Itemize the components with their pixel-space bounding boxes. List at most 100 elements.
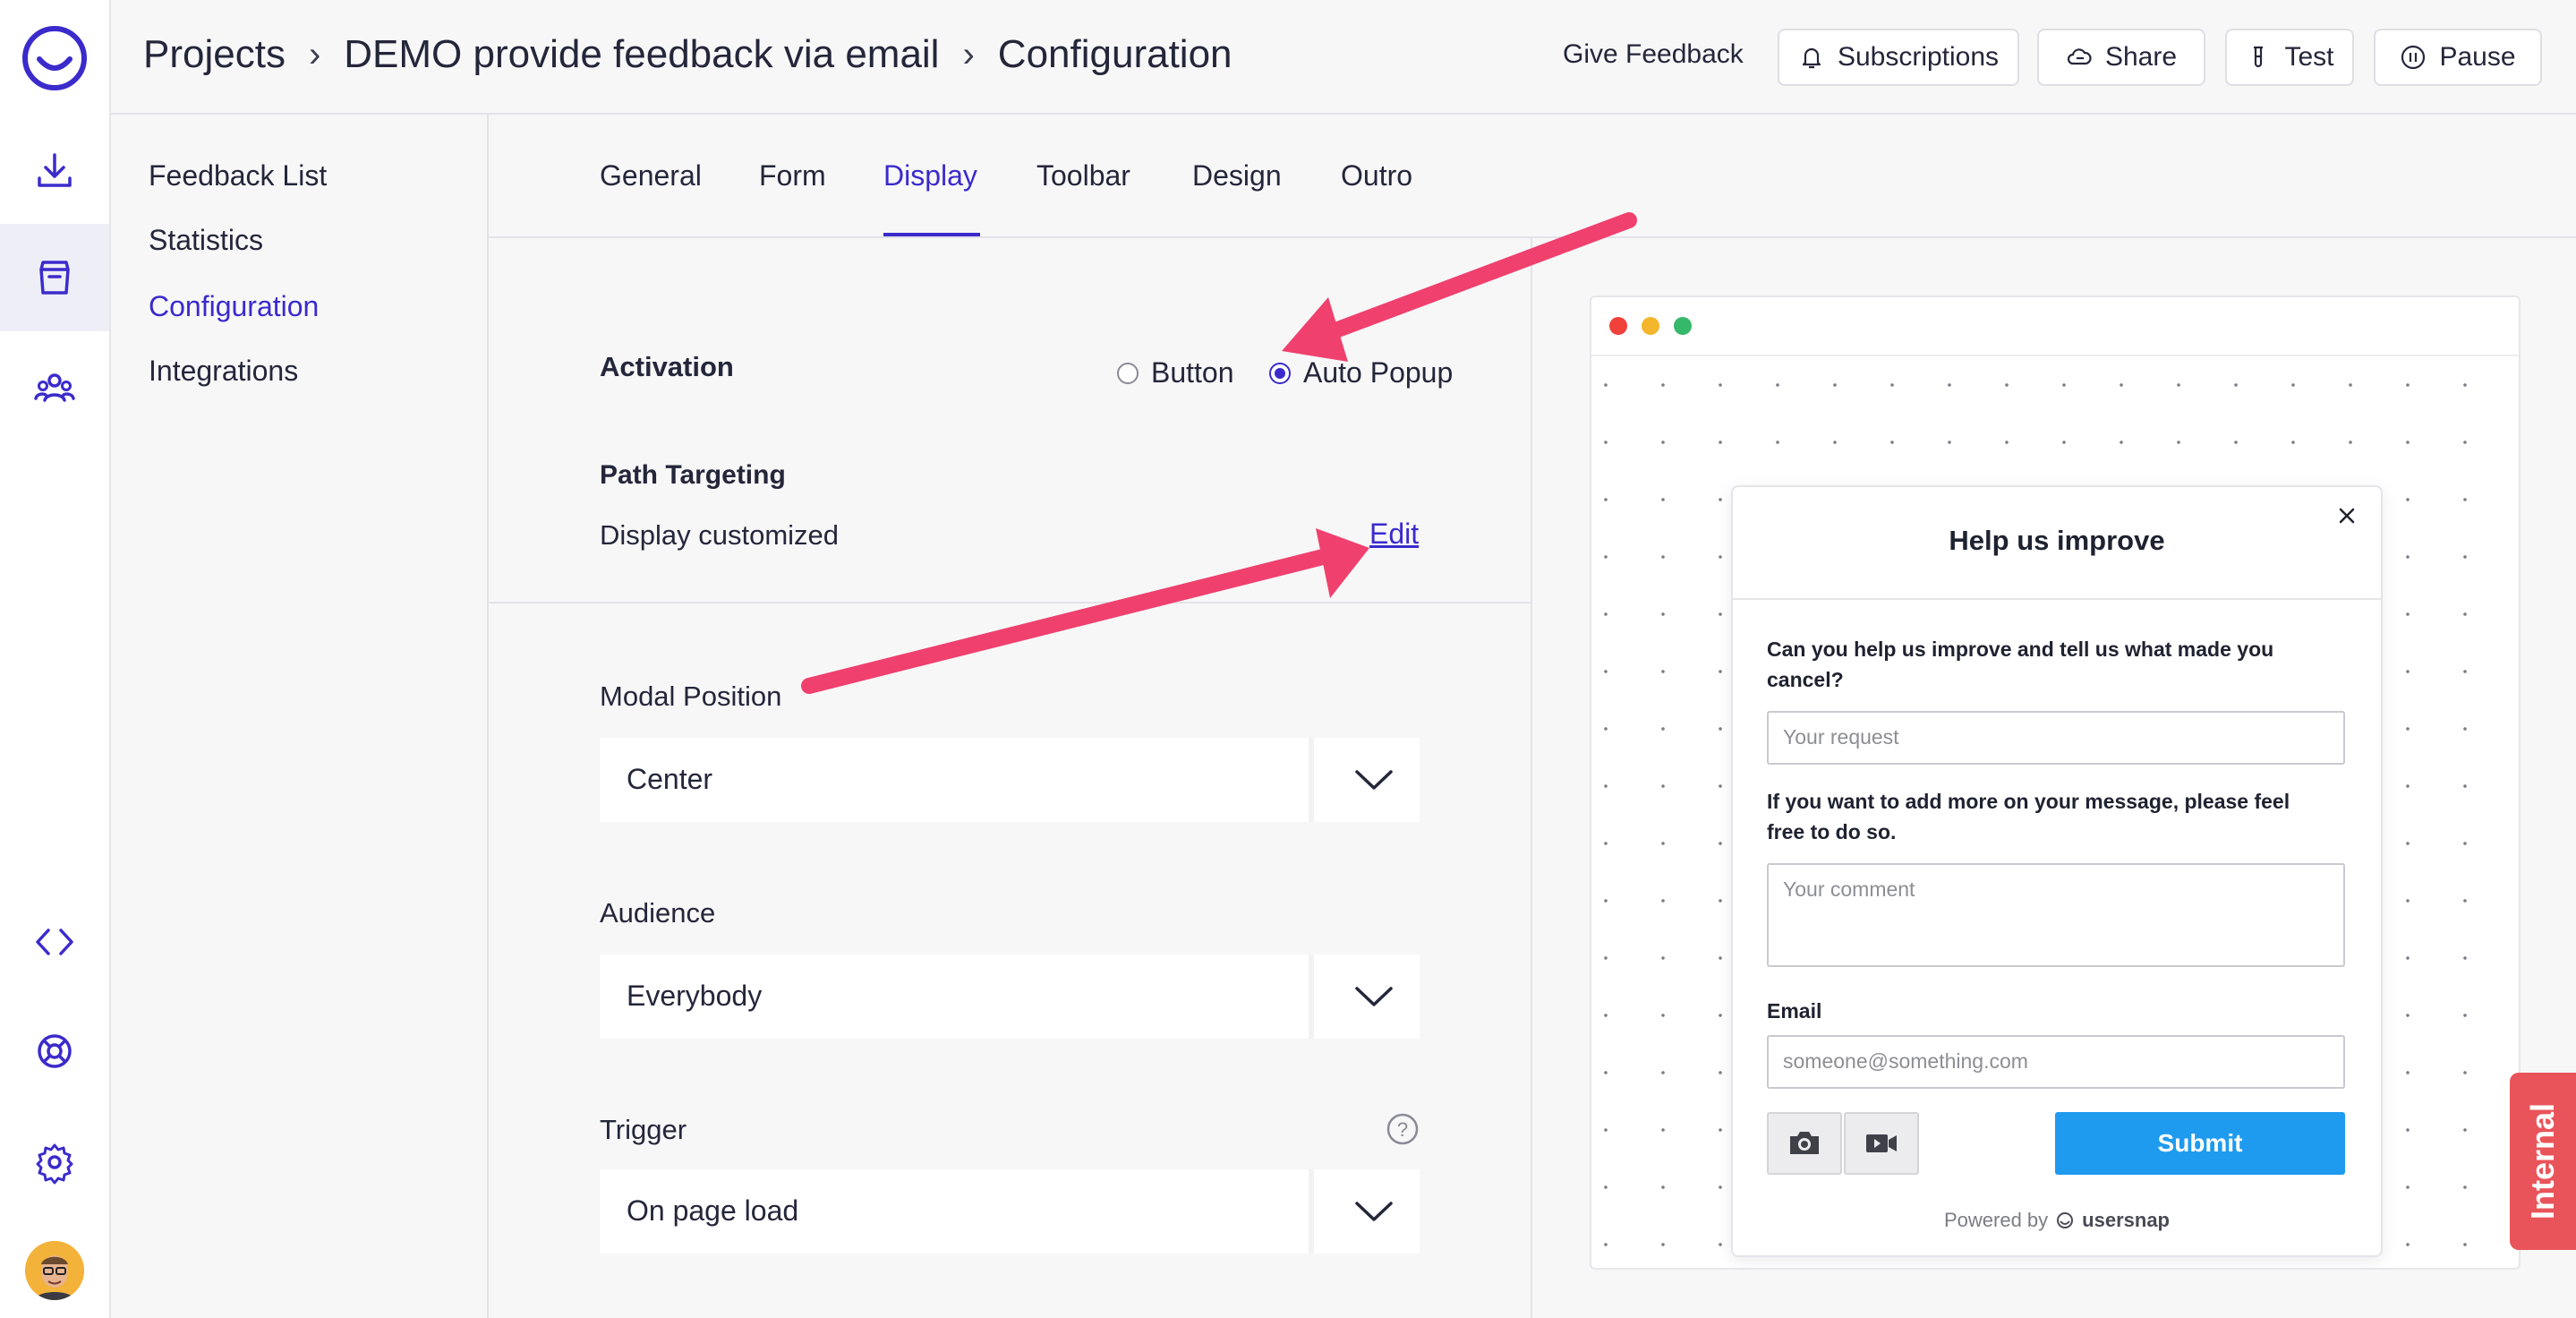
select-separator: [1309, 954, 1314, 1039]
help-lifebuoy-icon: [38, 1034, 72, 1068]
comment-placeholder: Your comment: [1783, 877, 1915, 901]
request-input[interactable]: Your request: [1767, 711, 2345, 765]
svg-text:?: ?: [1397, 1118, 1408, 1141]
preview-canvas: Help us improve Can you help us improve …: [1591, 356, 2519, 1268]
audience-select[interactable]: Everybody: [600, 954, 1420, 1039]
rail-settings[interactable]: [0, 1108, 109, 1216]
chevron-right-icon: ›: [962, 34, 975, 74]
close-icon[interactable]: [2334, 503, 2359, 528]
trigger-value: On page load: [627, 1194, 799, 1227]
rail-code[interactable]: [0, 888, 109, 996]
pause-button[interactable]: Pause: [2374, 29, 2542, 86]
comment-textarea[interactable]: Your comment: [1767, 863, 2345, 967]
select-separator: [1309, 738, 1314, 822]
bell-icon: [1802, 47, 1821, 69]
inbox-icon: [39, 261, 70, 295]
settings-gear-icon: [36, 1143, 73, 1185]
window-maximize-dot: [1674, 317, 1692, 335]
radio-unchecked-icon[interactable]: [1117, 362, 1139, 384]
rail-download[interactable]: [0, 116, 109, 224]
activation-label: Activation: [600, 351, 734, 382]
audience-value: Everybody: [627, 980, 763, 1012]
breadcrumb: Projects › DEMO provide feedback via ema…: [143, 32, 1233, 77]
email-label: Email: [1767, 999, 1822, 1023]
config-tabs: General Form Display Toolbar Design Outr…: [489, 115, 2576, 238]
chevron-right-icon: ›: [308, 34, 321, 74]
request-placeholder: Your request: [1783, 725, 1899, 749]
internal-side-tab[interactable]: Internal: [2510, 1073, 2576, 1250]
test-label: Test: [2284, 42, 2334, 72]
chevron-down-icon[interactable]: [1353, 1196, 1395, 1227]
test-tube-icon: [2254, 46, 2264, 68]
tab-display[interactable]: Display: [883, 159, 977, 193]
subnav-integrations[interactable]: Integrations: [149, 355, 298, 388]
subnav-feedback-list[interactable]: Feedback List: [149, 159, 327, 193]
usersnap-logo-icon[interactable]: [21, 25, 88, 91]
avatar-face-icon: [25, 1241, 84, 1300]
question-2: If you want to add more on your message,…: [1767, 790, 2290, 843]
pause-icon: [2401, 45, 2426, 70]
team-icon: [34, 373, 75, 402]
tab-outro[interactable]: Outro: [1341, 159, 1412, 193]
question-help-icon[interactable]: ?: [1386, 1112, 1420, 1146]
breadcrumb-project[interactable]: DEMO provide feedback via email: [344, 32, 939, 77]
radio-auto-popup-label: Auto Popup: [1303, 356, 1454, 389]
active-tab-indicator: [883, 233, 980, 236]
modal-position-label: Modal Position: [600, 680, 782, 712]
preview-window-bar: [1591, 297, 2519, 356]
modal-title: Help us improve: [1949, 525, 2165, 556]
camera-icon: [1790, 1132, 1819, 1154]
screenshot-button[interactable]: [1767, 1112, 1842, 1175]
email-input[interactable]: someone@something.com: [1767, 1035, 2345, 1089]
submit-button[interactable]: Submit: [2055, 1112, 2345, 1175]
chevron-down-icon[interactable]: [1353, 981, 1395, 1012]
top-header: Projects › DEMO provide feedback via ema…: [111, 0, 2576, 115]
radio-button-option[interactable]: Button: [1117, 356, 1234, 389]
video-record-button[interactable]: [1844, 1112, 1919, 1175]
window-close-dot: [1609, 317, 1627, 335]
trigger-select[interactable]: On page load: [600, 1169, 1420, 1254]
usersnap-mini-logo-icon: [2057, 1212, 2074, 1228]
feedback-modal: Help us improve Can you help us improve …: [1731, 485, 2383, 1257]
test-button[interactable]: Test: [2225, 29, 2354, 86]
rail-team[interactable]: [0, 335, 109, 442]
share-cloud-icon: [2067, 48, 2092, 65]
tab-toolbar[interactable]: Toolbar: [1036, 159, 1130, 193]
radio-auto-popup-option[interactable]: Auto Popup: [1269, 356, 1453, 389]
rail-projects[interactable]: [0, 224, 109, 331]
section-divider: [489, 602, 1531, 603]
subscriptions-button[interactable]: Subscriptions: [1778, 29, 2019, 86]
subnav-statistics[interactable]: Statistics: [149, 224, 263, 257]
modal-divider: [1733, 598, 2381, 600]
give-feedback-link[interactable]: Give Feedback: [1563, 39, 1744, 70]
share-label: Share: [2104, 42, 2178, 72]
path-targeting-value: Display customized: [600, 519, 840, 551]
project-subnav: Feedback List Statistics Configuration I…: [111, 115, 489, 1318]
powered-by-brand: usersnap: [2082, 1209, 2170, 1231]
chevron-down-icon[interactable]: [1353, 765, 1395, 795]
radio-checked-icon[interactable]: [1269, 362, 1291, 384]
email-placeholder: someone@something.com: [1783, 1049, 2028, 1073]
tab-form[interactable]: Form: [759, 159, 826, 193]
subscriptions-label: Subscriptions: [1837, 42, 2000, 72]
breadcrumb-projects[interactable]: Projects: [143, 32, 286, 77]
modal-position-select[interactable]: Center: [600, 738, 1420, 822]
audience-label: Audience: [600, 897, 716, 929]
share-button[interactable]: Share: [2037, 29, 2205, 86]
video-camera-icon: [1866, 1134, 1897, 1152]
tab-design[interactable]: Design: [1192, 159, 1282, 193]
rail-help[interactable]: [0, 997, 109, 1105]
tab-general[interactable]: General: [600, 159, 702, 193]
question-1: Can you help us improve and tell us what…: [1767, 638, 2274, 691]
powered-by: Powered by usersnap: [1733, 1209, 2381, 1232]
subnav-configuration[interactable]: Configuration: [149, 290, 319, 323]
powered-by-label: Powered by: [1943, 1209, 2049, 1231]
widget-preview: Help us improve Can you help us improve …: [1590, 295, 2521, 1270]
internal-label: Internal: [2524, 1102, 2561, 1220]
radio-button-label: Button: [1151, 356, 1234, 389]
breadcrumb-current: Configuration: [997, 32, 1233, 76]
path-targeting-edit-link[interactable]: Edit: [1369, 518, 1419, 551]
select-separator: [1309, 1169, 1314, 1254]
modal-position-value: Center: [627, 763, 713, 795]
avatar[interactable]: [25, 1241, 84, 1300]
